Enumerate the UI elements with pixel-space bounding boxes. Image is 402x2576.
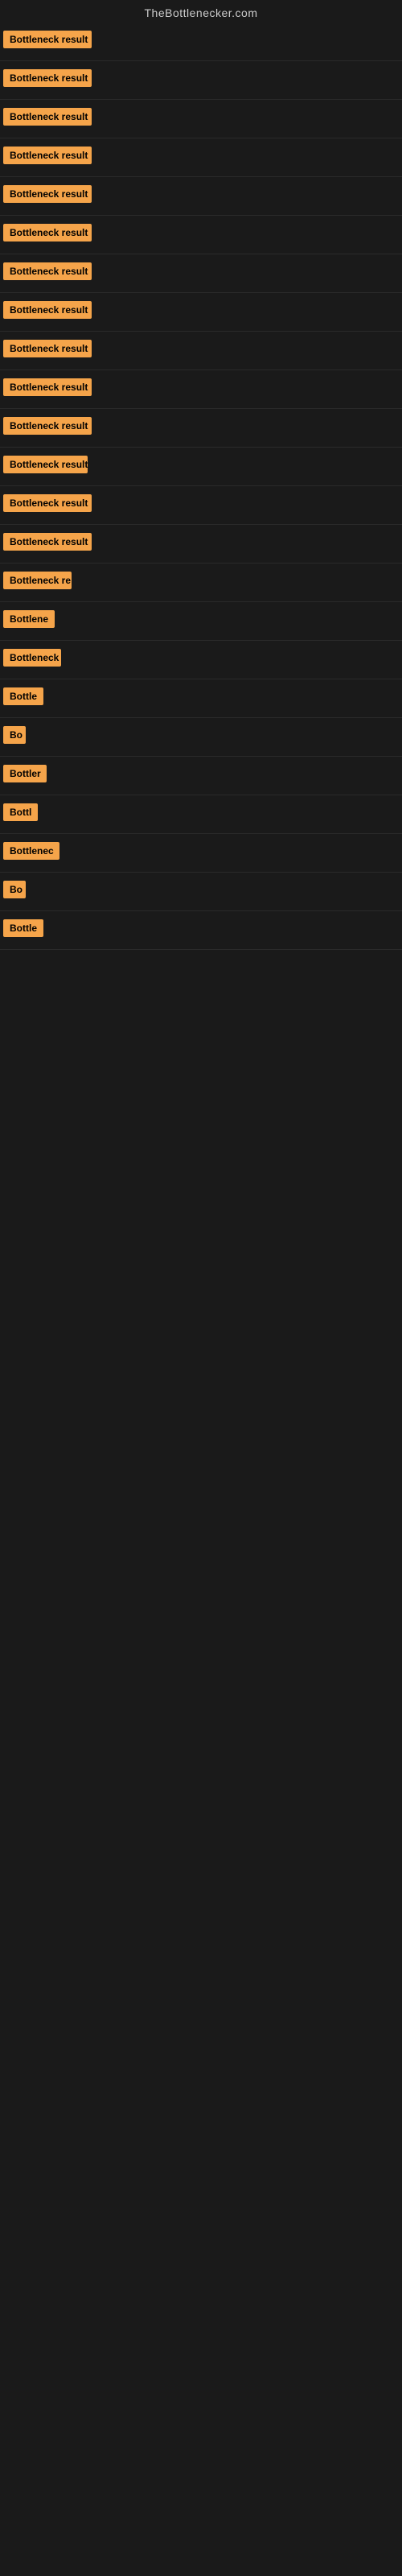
bottleneck-result-badge[interactable]: Bottleneck result xyxy=(3,378,92,396)
list-item: Bottlenec xyxy=(0,834,402,873)
bottleneck-result-badge[interactable]: Bottleneck result xyxy=(3,224,92,242)
bottleneck-result-badge[interactable]: Bottle xyxy=(3,919,43,937)
list-item: Bottleneck result xyxy=(0,216,402,254)
list-item: Bottle xyxy=(0,679,402,718)
bottleneck-result-badge[interactable]: Bottlene xyxy=(3,610,55,628)
list-item: Bottl xyxy=(0,795,402,834)
bottleneck-result-badge[interactable]: Bottleneck result xyxy=(3,340,92,357)
list-item: Bottleneck result xyxy=(0,61,402,100)
list-item: Bottleneck result xyxy=(0,177,402,216)
bottleneck-result-badge[interactable]: Bo xyxy=(3,726,26,744)
bottleneck-result-badge[interactable]: Bottlenec xyxy=(3,842,59,860)
site-title: TheBottlenecker.com xyxy=(0,0,402,23)
list-item: Bottleneck result xyxy=(0,448,402,486)
bottleneck-result-badge[interactable]: Bo xyxy=(3,881,26,898)
bottleneck-result-badge[interactable]: Bottleneck re xyxy=(3,572,72,589)
bottleneck-result-badge[interactable]: Bottleneck result xyxy=(3,301,92,319)
list-item: Bottleneck result xyxy=(0,254,402,293)
list-item: Bottleneck result xyxy=(0,293,402,332)
bottleneck-result-badge[interactable]: Bottleneck result xyxy=(3,417,92,435)
list-item: Bottleneck result xyxy=(0,370,402,409)
bottleneck-result-badge[interactable]: Bottle xyxy=(3,687,43,705)
bottleneck-result-badge[interactable]: Bottleneck result xyxy=(3,185,92,203)
list-item: Bottleneck result xyxy=(0,138,402,177)
list-item: Bottleneck result xyxy=(0,332,402,370)
bottleneck-result-badge[interactable]: Bottleneck result xyxy=(3,147,92,164)
bottleneck-result-badge[interactable]: Bottleneck result xyxy=(3,31,92,48)
list-item: Bottleneck result xyxy=(0,486,402,525)
list-item: Bottleneck re xyxy=(0,564,402,602)
list-item: Bottlene xyxy=(0,602,402,641)
list-item: Bottler xyxy=(0,757,402,795)
list-item: Bottleneck xyxy=(0,641,402,679)
list-item: Bottleneck result xyxy=(0,23,402,61)
bottleneck-result-badge[interactable]: Bottler xyxy=(3,765,47,782)
bottleneck-result-badge[interactable]: Bottleneck result xyxy=(3,456,88,473)
list-item: Bo xyxy=(0,718,402,757)
bottleneck-result-badge[interactable]: Bottleneck result xyxy=(3,108,92,126)
bottleneck-result-badge[interactable]: Bottleneck xyxy=(3,649,61,667)
list-item: Bottle xyxy=(0,911,402,950)
list-item: Bottleneck result xyxy=(0,409,402,448)
list-item: Bottleneck result xyxy=(0,525,402,564)
list-item: Bo xyxy=(0,873,402,911)
bottleneck-result-badge[interactable]: Bottleneck result xyxy=(3,69,92,87)
bottleneck-result-badge[interactable]: Bottleneck result xyxy=(3,262,92,280)
bottleneck-result-badge[interactable]: Bottl xyxy=(3,803,38,821)
bottleneck-result-badge[interactable]: Bottleneck result xyxy=(3,533,92,551)
list-item: Bottleneck result xyxy=(0,100,402,138)
bottleneck-result-badge[interactable]: Bottleneck result xyxy=(3,494,92,512)
